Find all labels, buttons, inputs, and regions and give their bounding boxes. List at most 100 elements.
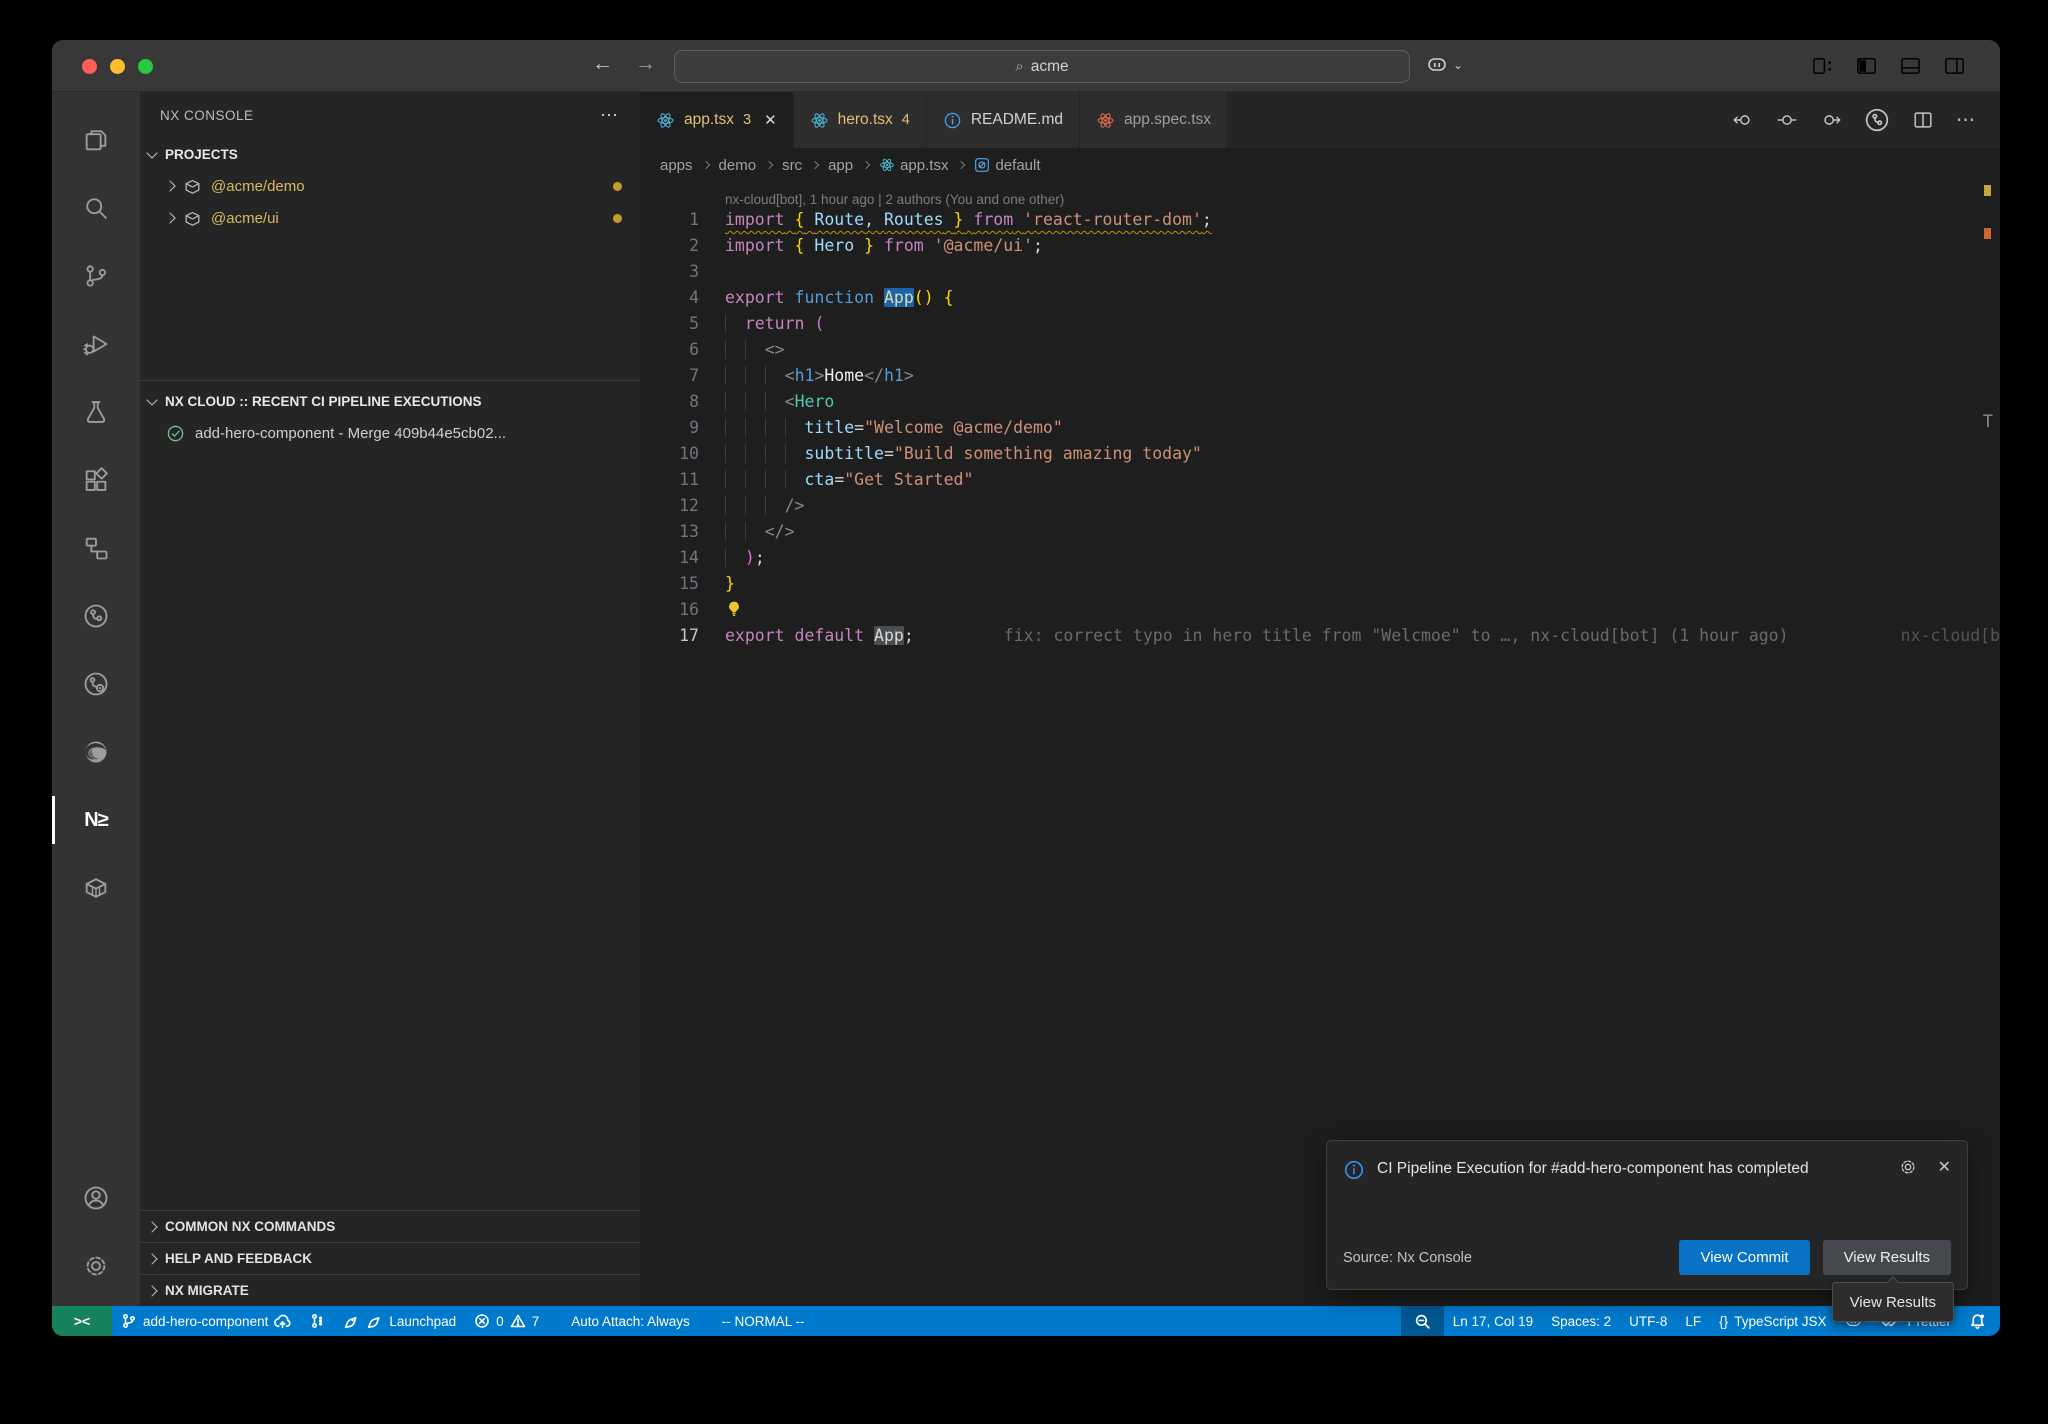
split-editor-icon[interactable] <box>1912 109 1934 131</box>
code-line[interactable]: 9 title="Welcome @acme/demo" <box>640 415 2000 441</box>
vim-mode-item[interactable]: -- NORMAL -- <box>713 1306 814 1336</box>
close-icon[interactable]: ✕ <box>1938 1157 1951 1177</box>
history-forward-icon[interactable]: → <box>635 52 656 76</box>
cursor-position-item[interactable]: Ln 17, Col 19 <box>1444 1306 1542 1336</box>
sidebar-item-explorer[interactable] <box>52 106 140 174</box>
sidebar-item-edge-browser[interactable] <box>52 718 140 786</box>
lightbulb-icon[interactable] <box>725 600 743 618</box>
code-line[interactable]: 15} <box>640 571 2000 597</box>
indent-guide <box>785 444 805 463</box>
code-token: ( <box>814 314 824 333</box>
section-help-and-feedback[interactable]: HELP AND FEEDBACK <box>140 1242 640 1274</box>
sidebar-item-containers[interactable] <box>52 854 140 922</box>
more-actions-icon[interactable]: ⋯ <box>1956 109 1976 132</box>
indent-guide <box>765 392 785 411</box>
sidebar-item-source-control[interactable] <box>52 242 140 310</box>
projects-section-header[interactable]: PROJECTS <box>140 138 640 170</box>
tab-app-tsx[interactable]: app.tsx 3 ✕ <box>640 92 794 148</box>
sidebar-item-gitlens-inspect[interactable] <box>52 650 140 718</box>
gear-icon[interactable] <box>1898 1157 1918 1177</box>
tab-hero-tsx[interactable]: hero.tsx 4 <box>794 92 927 148</box>
modified-dot-icon <box>613 214 622 223</box>
history-back-icon[interactable]: ← <box>592 52 613 76</box>
settings-button[interactable] <box>52 1232 140 1300</box>
code-line[interactable]: 1import { Route, Routes } from 'react-ro… <box>640 207 2000 233</box>
maximize-window-button[interactable] <box>138 59 153 74</box>
code-line[interactable]: 13 </> <box>640 519 2000 545</box>
remote-indicator[interactable]: >< <box>52 1306 112 1336</box>
problems-badge: 3 <box>743 112 751 128</box>
current-change-icon[interactable] <box>1776 109 1798 131</box>
eol-item[interactable]: LF <box>1676 1306 1710 1336</box>
code-line[interactable]: 4export function App() { <box>640 285 2000 311</box>
code-line[interactable]: 7 <h1>Home</h1> <box>640 363 2000 389</box>
sidebar-item-nx-project-graph[interactable] <box>52 514 140 582</box>
close-window-button[interactable] <box>82 59 97 74</box>
sidebar-item-search[interactable] <box>52 174 140 242</box>
toggle-primary-sidebar-icon[interactable] <box>1855 54 1878 77</box>
code-line[interactable]: 14 ); <box>640 545 2000 571</box>
nav-forward-icon[interactable] <box>1820 109 1842 131</box>
breadcrumb-item[interactable]: apps <box>660 157 693 174</box>
code-line[interactable]: 17export default App;fix: correct typo i… <box>640 623 2000 649</box>
section-nx-migrate[interactable]: NX MIGRATE <box>140 1274 640 1306</box>
project-item-acme-ui[interactable]: @acme/ui <box>140 202 640 234</box>
zoom-out-icon <box>1414 1313 1431 1330</box>
breadcrumb-item[interactable]: demo <box>719 157 757 174</box>
sidebar-item-extensions[interactable] <box>52 446 140 514</box>
breadcrumb-item-file[interactable]: app.tsx <box>879 157 948 174</box>
breadcrumb-item[interactable]: app <box>828 157 853 174</box>
indent-guide <box>725 496 745 515</box>
customize-layout-icon[interactable] <box>1811 54 1834 77</box>
code-editor[interactable]: nx-cloud[bot], 1 hour ago | 2 authors (Y… <box>640 182 2000 1306</box>
encoding-item[interactable]: UTF-8 <box>1620 1306 1676 1336</box>
code-line[interactable]: 16 <box>640 597 2000 623</box>
view-commit-button[interactable]: View Commit <box>1679 1240 1809 1275</box>
minimize-window-button[interactable] <box>110 59 125 74</box>
view-results-button[interactable]: View Results <box>1823 1240 1951 1275</box>
project-item-acme-demo[interactable]: @acme/demo <box>140 170 640 202</box>
section-common-nx-commands[interactable]: COMMON NX COMMANDS <box>140 1210 640 1242</box>
pipeline-execution-item[interactable]: add-hero-component - Merge 409b44e5cb02.… <box>140 417 640 449</box>
tab-app-spec-tsx[interactable]: app.spec.tsx <box>1080 92 1228 148</box>
window-controls <box>82 59 153 74</box>
launchpad-item[interactable]: Launchpad <box>334 1306 465 1336</box>
code-line[interactable]: 10 subtitle="Build something amazing tod… <box>640 441 2000 467</box>
problems-item[interactable]: 0 7 <box>465 1306 548 1336</box>
sidebar-item-gitlens[interactable] <box>52 582 140 650</box>
account-button[interactable] <box>52 1164 140 1232</box>
auto-attach-item[interactable]: Auto Attach: Always <box>562 1306 699 1336</box>
code-line[interactable]: 2import { Hero } from '@acme/ui'; <box>640 233 2000 259</box>
notifications-bell[interactable] <box>1960 1306 2000 1336</box>
zoom-indicator[interactable] <box>1401 1306 1444 1336</box>
language-mode-item[interactable]: {} TypeScript JSX <box>1710 1306 1835 1336</box>
code-line[interactable]: 8 <Hero <box>640 389 2000 415</box>
command-center-search[interactable]: ⌕ acme <box>674 50 1410 83</box>
code-line[interactable]: 11 cta="Get Started" <box>640 467 2000 493</box>
sidebar-item-testing[interactable] <box>52 378 140 446</box>
sidebar-more-actions-icon[interactable]: ⋯ <box>600 105 620 126</box>
code-line[interactable]: 3 <box>640 259 2000 285</box>
breadcrumb-item[interactable]: src <box>782 157 802 174</box>
tab-readme-md[interactable]: README.md <box>927 92 1080 148</box>
git-branch-item[interactable]: add-hero-component <box>112 1306 300 1336</box>
sidebar-item-nx-console[interactable]: N≥ <box>52 786 140 854</box>
toggle-panel-icon[interactable] <box>1899 54 1922 77</box>
code-line[interactable]: 6 <> <box>640 337 2000 363</box>
code-line[interactable]: 12 /> <box>640 493 2000 519</box>
nx-cloud-section-header[interactable]: NX CLOUD :: RECENT CI PIPELINE EXECUTION… <box>140 385 640 417</box>
info-icon <box>943 111 962 130</box>
sidebar-item-run-debug[interactable] <box>52 310 140 378</box>
close-icon[interactable]: ✕ <box>764 111 777 129</box>
status-bar: >< add-hero-component <box>52 1306 2000 1336</box>
copilot-menu[interactable]: ⌄ <box>1425 53 1463 77</box>
toggle-secondary-sidebar-icon[interactable] <box>1943 54 1966 77</box>
run-pipeline-icon[interactable] <box>1864 107 1890 133</box>
blame-codelens[interactable]: nx-cloud[bot], 1 hour ago | 2 authors (Y… <box>640 182 2000 207</box>
breadcrumb-item-symbol[interactable]: default <box>974 157 1040 174</box>
code-line[interactable]: 5 return ( <box>640 311 2000 337</box>
indentation-item[interactable]: Spaces: 2 <box>1542 1306 1620 1336</box>
commit-graph-item[interactable] <box>300 1306 334 1336</box>
notification-toast: CI Pipeline Execution for #add-hero-comp… <box>1326 1140 1968 1290</box>
nav-back-icon[interactable] <box>1732 109 1754 131</box>
